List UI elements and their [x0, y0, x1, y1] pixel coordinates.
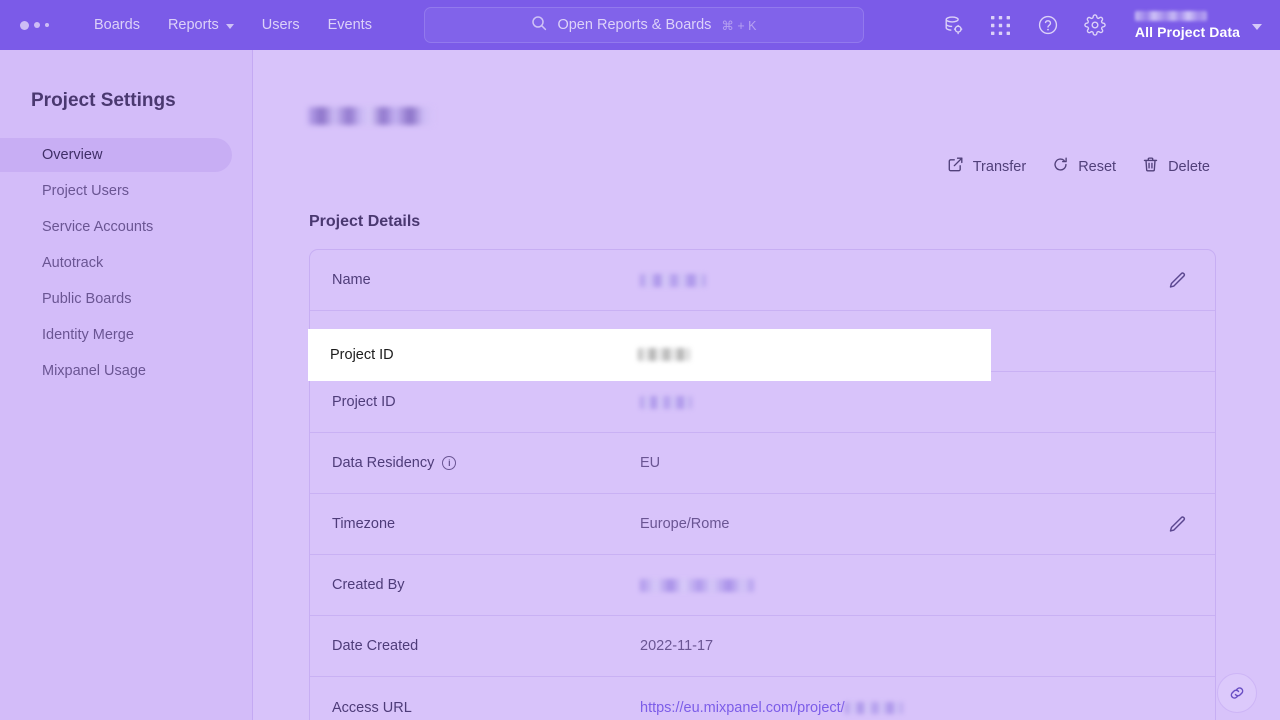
- main-content: Transfer Reset Delete Project Details Na…: [253, 50, 1280, 720]
- top-navigation-bar: Boards Reports Users Events Open Reports…: [0, 0, 1280, 50]
- row-value-redacted: [640, 272, 706, 288]
- delete-button-label: Delete: [1168, 158, 1210, 175]
- settings-sidebar: Project Settings Overview Project Users …: [0, 50, 253, 720]
- row-label-highlighted: Project ID: [330, 347, 394, 363]
- logo-dot-large: [20, 20, 29, 30]
- row-value-redacted-highlighted: [638, 346, 690, 364]
- database-gear-icon[interactable]: [939, 10, 969, 40]
- sidebar-item-overview[interactable]: Overview: [0, 138, 232, 172]
- help-circle-icon[interactable]: [1033, 10, 1063, 40]
- sidebar-item-project-users[interactable]: Project Users: [0, 174, 232, 208]
- transfer-button-label: Transfer: [972, 158, 1027, 175]
- row-value: 2022-11-17: [640, 638, 714, 654]
- top-nav-right-cluster: All Project Data: [939, 0, 1280, 50]
- external-link-icon: [947, 156, 964, 177]
- chevron-down-icon: [225, 23, 234, 29]
- sidebar-item-service-accounts[interactable]: Service Accounts: [0, 210, 232, 244]
- nav-link-events-label: Events: [327, 17, 372, 33]
- page-header-actions: Transfer Reset Delete: [947, 156, 1210, 177]
- sidebar-item-label: Mixpanel Usage: [42, 363, 146, 379]
- sidebar-nav: Overview Project Users Service Accounts …: [0, 138, 252, 388]
- nav-link-boards-label: Boards: [94, 17, 140, 33]
- table-row-name: Name: [310, 250, 1215, 311]
- table-row-data-residency: Data Residency i EU: [310, 433, 1215, 494]
- row-value: EU: [640, 455, 661, 471]
- row-label: Created By: [332, 577, 405, 593]
- project-switcher-scope-label: All Project Data: [1134, 23, 1240, 40]
- chevron-down-icon: [1252, 23, 1262, 30]
- sidebar-item-identity-merge[interactable]: Identity Merge: [0, 318, 232, 352]
- sidebar-item-label: Autotrack: [42, 255, 104, 271]
- row-value-redacted: [640, 577, 754, 593]
- transfer-button[interactable]: Transfer: [947, 156, 1026, 177]
- logo-dot-small: [45, 23, 49, 27]
- row-label: Access URL: [332, 699, 412, 716]
- row-label-text: Data Residency: [332, 455, 435, 471]
- row-label: Name: [332, 272, 371, 288]
- table-row-access-url: Access URL https://eu.mixpanel.com/proje…: [310, 677, 1215, 720]
- nav-link-users-label: Users: [261, 17, 300, 33]
- apps-grid-icon[interactable]: [986, 10, 1016, 40]
- search-icon: [531, 15, 547, 36]
- blurred-value: [640, 578, 754, 592]
- table-row-created-by: Created By: [310, 555, 1215, 616]
- nav-link-reports[interactable]: Reports: [168, 17, 234, 33]
- reset-button-label: Reset: [1078, 158, 1117, 175]
- mixpanel-logo[interactable]: [20, 20, 66, 30]
- blurred-value-suffix: [844, 701, 903, 714]
- row-label: Data Residency i: [332, 455, 457, 471]
- settings-gear-icon[interactable]: [1080, 10, 1110, 40]
- nav-link-reports-label: Reports: [167, 17, 219, 33]
- search-shortcut-hint: ⌘ + K: [721, 18, 757, 33]
- global-search-input[interactable]: Open Reports & Boards ⌘ + K: [424, 7, 864, 43]
- sidebar-item-autotrack[interactable]: Autotrack: [0, 246, 232, 280]
- row-label: Project ID: [332, 394, 396, 410]
- row-value-access-url[interactable]: https://eu.mixpanel.com/project/: [640, 700, 903, 716]
- reset-button[interactable]: Reset: [1052, 156, 1116, 177]
- table-row-timezone: Timezone Europe/Rome: [310, 494, 1215, 555]
- sidebar-item-label: Overview: [42, 147, 103, 163]
- sidebar-title: Project Settings: [31, 90, 176, 111]
- search-placeholder-text: Open Reports & Boards: [557, 17, 712, 33]
- blurred-value: [640, 273, 706, 287]
- access-url-text: https://eu.mixpanel.com/project/: [640, 699, 845, 716]
- page-title-redacted: [308, 107, 433, 125]
- row-label: Timezone: [332, 516, 396, 532]
- info-icon[interactable]: i: [442, 456, 457, 470]
- row-label: Date Created: [332, 638, 419, 654]
- section-title: Project Details: [309, 213, 421, 230]
- table-row-date-created: Date Created 2022-11-17: [310, 616, 1215, 677]
- sidebar-item-mixpanel-usage[interactable]: Mixpanel Usage: [0, 354, 232, 388]
- sidebar-item-public-boards[interactable]: Public Boards: [0, 282, 232, 316]
- sidebar-item-label: Service Accounts: [42, 219, 154, 235]
- edit-name-button[interactable]: [1168, 271, 1187, 290]
- project-switcher[interactable]: All Project Data: [1134, 10, 1262, 40]
- row-value: Europe/Rome: [640, 516, 730, 532]
- refresh-icon: [1052, 156, 1069, 177]
- blurred-value: [638, 348, 690, 362]
- project-id-row-highlight[interactable]: Project ID: [308, 329, 991, 381]
- edit-timezone-button[interactable]: [1168, 515, 1187, 534]
- project-details-table: Name Organization Project ID: [309, 249, 1216, 720]
- blurred-value: [640, 395, 692, 409]
- nav-link-users[interactable]: Users: [262, 17, 300, 33]
- nav-link-events[interactable]: Events: [328, 17, 372, 33]
- copy-link-button[interactable]: [1217, 673, 1257, 713]
- sidebar-item-label: Project Users: [42, 183, 130, 199]
- delete-button[interactable]: Delete: [1142, 156, 1210, 177]
- trash-icon: [1142, 156, 1159, 177]
- project-switcher-project-name-redacted: [1134, 10, 1207, 21]
- table-row-project-id: Project ID: [310, 372, 1215, 433]
- sidebar-item-label: Identity Merge: [42, 327, 134, 343]
- sidebar-item-label: Public Boards: [42, 291, 132, 307]
- row-value-redacted: [640, 394, 692, 410]
- logo-dot-medium: [34, 22, 40, 28]
- nav-link-boards[interactable]: Boards: [94, 17, 140, 33]
